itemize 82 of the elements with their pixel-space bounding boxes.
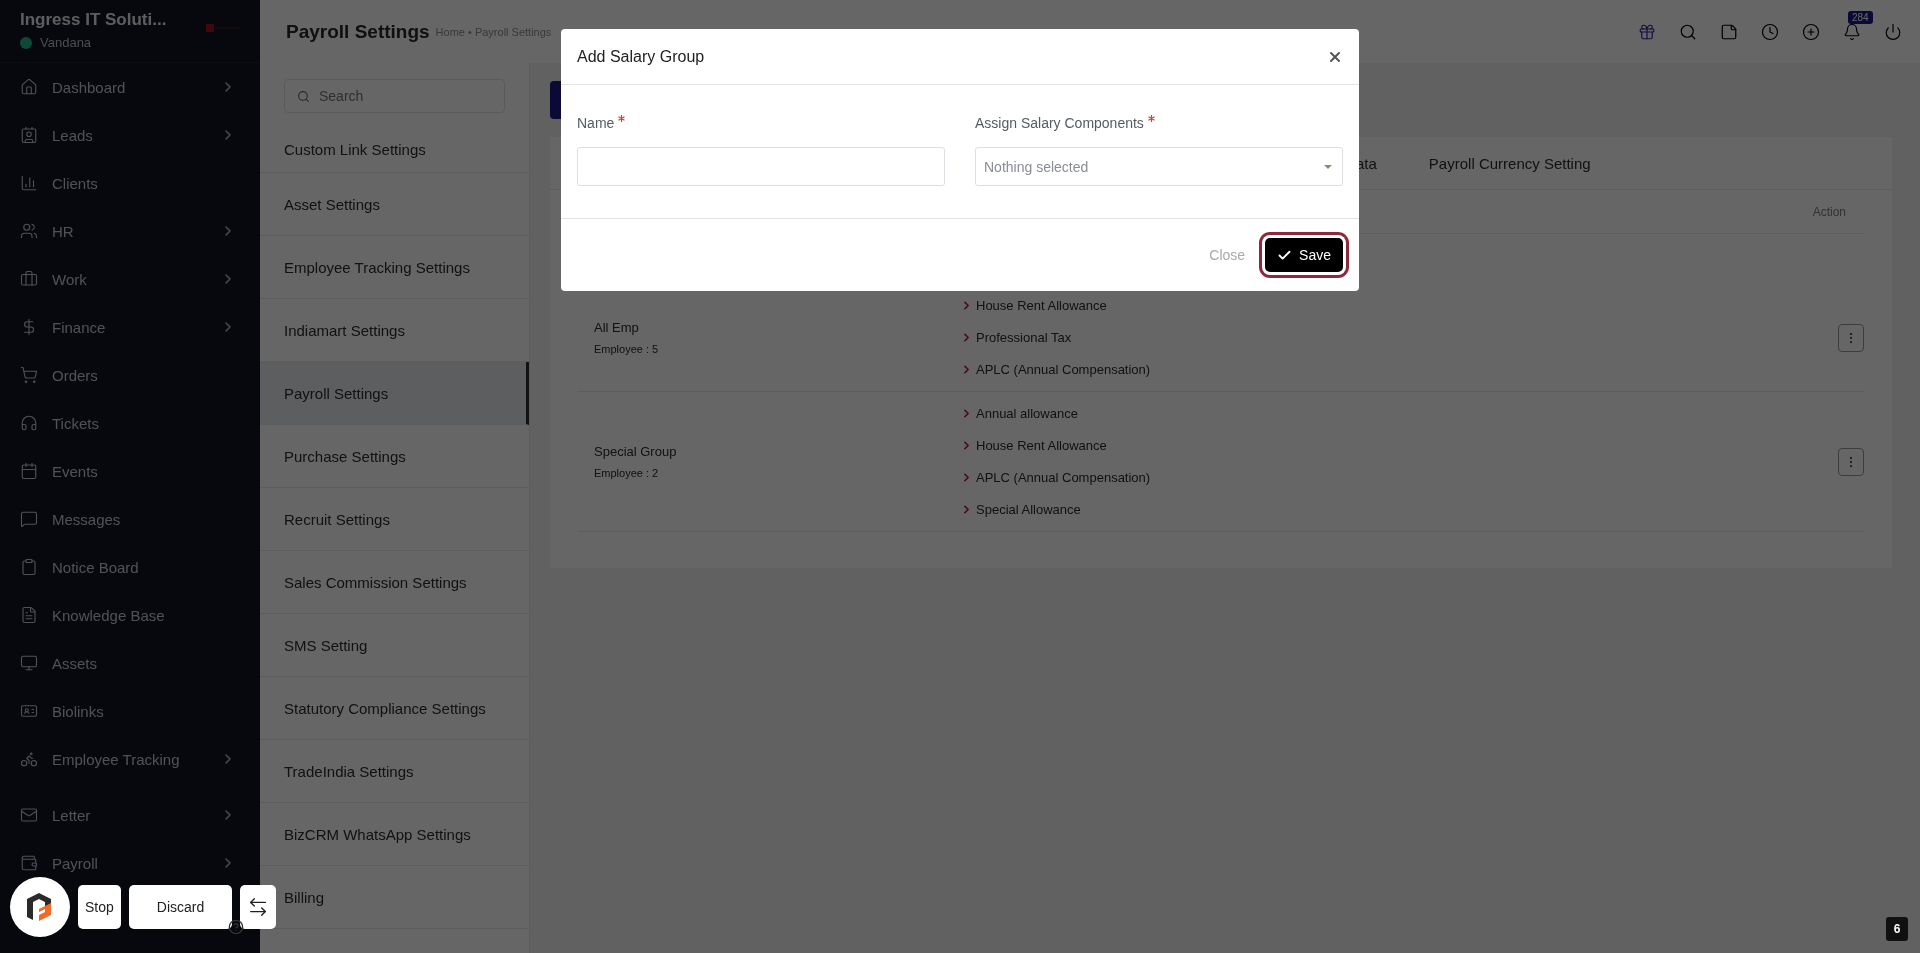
nav-item[interactable]: Dashboard bbox=[0, 63, 260, 111]
field-label: Name bbox=[577, 115, 615, 131]
salary-component: Annual allowance bbox=[976, 406, 1078, 421]
salary-component: APLC (Annual Compensation) bbox=[976, 362, 1151, 377]
sticky-note-icon[interactable] bbox=[1720, 22, 1738, 41]
nav-item[interactable]: Events bbox=[0, 447, 260, 495]
nav-item[interactable]: Assets bbox=[0, 639, 260, 687]
nav-item[interactable]: Employee Tracking bbox=[0, 735, 260, 783]
wallet-icon bbox=[20, 854, 38, 872]
power-icon[interactable] bbox=[1884, 22, 1902, 41]
bar-chart-icon bbox=[20, 174, 38, 192]
message-icon bbox=[20, 510, 38, 528]
nav-item[interactable]: Leads bbox=[0, 111, 260, 159]
nav-item[interactable]: Work bbox=[0, 255, 260, 303]
nav-item[interactable]: Biolinks bbox=[0, 687, 260, 735]
briefcase-icon bbox=[20, 270, 38, 288]
nav-item[interactable]: Finance bbox=[0, 303, 260, 351]
mail-icon bbox=[20, 806, 38, 824]
input-field[interactable] bbox=[577, 147, 945, 186]
monitor-icon bbox=[20, 654, 38, 672]
group-name: All Emp bbox=[594, 320, 640, 335]
settings-menu-item[interactable]: Employee Tracking Settings bbox=[260, 236, 529, 299]
gift-icon[interactable] bbox=[1638, 22, 1656, 41]
settings-menu-item[interactable]: Purchase Settings bbox=[260, 425, 529, 488]
bike-icon bbox=[20, 750, 38, 768]
group-name: Special Group bbox=[594, 444, 678, 459]
users-icon bbox=[20, 222, 38, 240]
company-name: Ingress IT Soluti... bbox=[20, 10, 167, 30]
clock-icon[interactable] bbox=[1761, 22, 1779, 41]
home-icon bbox=[20, 78, 38, 96]
clipboard-icon bbox=[20, 558, 38, 576]
field-label: Assign Salary Components bbox=[975, 115, 1144, 131]
page-title: Payroll Settings bbox=[286, 20, 430, 43]
logo-icon bbox=[206, 24, 240, 32]
employee-count: Employee : 2 bbox=[594, 467, 660, 479]
nav-item[interactable]: Notice Board bbox=[0, 543, 260, 591]
salary-component: House Rent Allowance bbox=[976, 438, 1107, 453]
notification-badge: 284 bbox=[1848, 10, 1873, 24]
salary-component: Professional Tax bbox=[976, 330, 1072, 345]
nav-item[interactable]: Messages bbox=[0, 495, 260, 543]
contact-card-icon bbox=[20, 126, 38, 144]
plus-circle-icon[interactable] bbox=[1802, 22, 1820, 41]
settings-menu-item[interactable]: Payroll Settings bbox=[260, 362, 529, 425]
nav-item[interactable]: HR bbox=[0, 207, 260, 255]
settings-menu-item[interactable]: Recruit Settings bbox=[260, 488, 529, 551]
more-actions-button[interactable] bbox=[1838, 323, 1864, 352]
recorder-button[interactable]: Stop bbox=[78, 885, 121, 929]
nav-item[interactable]: Clients bbox=[0, 159, 260, 207]
settings-menu-item[interactable]: Custom Link Settings bbox=[260, 127, 529, 173]
settings-menu-item[interactable]: BizCRM WhatsApp Settings bbox=[260, 803, 529, 866]
headphones-icon bbox=[20, 414, 38, 432]
dropdown-caret-icon bbox=[1324, 164, 1332, 169]
search-icon bbox=[297, 90, 310, 103]
employee-count: Employee : 5 bbox=[594, 343, 660, 355]
calendar-icon bbox=[20, 462, 38, 480]
select-field[interactable]: Nothing selected bbox=[975, 147, 1343, 186]
nav-item[interactable]: Orders bbox=[0, 351, 260, 399]
id-card-icon bbox=[20, 702, 38, 720]
document-icon bbox=[20, 606, 38, 624]
close-button[interactable]: Close bbox=[1209, 238, 1246, 272]
nav-item[interactable]: Letter bbox=[0, 791, 260, 839]
more-actions-button[interactable] bbox=[1838, 447, 1864, 476]
modal-title: Add Salary Group bbox=[577, 47, 705, 66]
settings-menu-item[interactable]: SMS Setting bbox=[260, 614, 529, 677]
salary-component: Special Allowance bbox=[976, 502, 1081, 517]
cart-icon bbox=[20, 366, 38, 384]
swap-button[interactable] bbox=[240, 885, 277, 929]
settings-menu-item[interactable]: TradeIndia Settings bbox=[260, 740, 529, 803]
salary-component: House Rent Allowance bbox=[976, 298, 1107, 313]
help-icon[interactable] bbox=[228, 919, 244, 935]
salary-component: APLC (Annual Compensation) bbox=[976, 470, 1151, 485]
recorder-button[interactable]: Discard bbox=[128, 885, 233, 929]
nav-item[interactable]: Tickets bbox=[0, 399, 260, 447]
user-name: Vandana bbox=[40, 35, 92, 50]
settings-menu-item[interactable]: Statutory Compliance Settings bbox=[260, 677, 529, 740]
notifications-icon[interactable] bbox=[1843, 22, 1861, 41]
nav-item[interactable]: Knowledge Base bbox=[0, 591, 260, 639]
settings-menu-item[interactable]: Asset Settings bbox=[260, 173, 529, 236]
search-icon[interactable] bbox=[1679, 22, 1697, 41]
settings-menu-item[interactable]: Sales Commission Settings bbox=[260, 551, 529, 614]
corner-badge: 6 bbox=[1886, 917, 1908, 941]
tab[interactable]: Payroll Currency Setting bbox=[1428, 154, 1591, 172]
